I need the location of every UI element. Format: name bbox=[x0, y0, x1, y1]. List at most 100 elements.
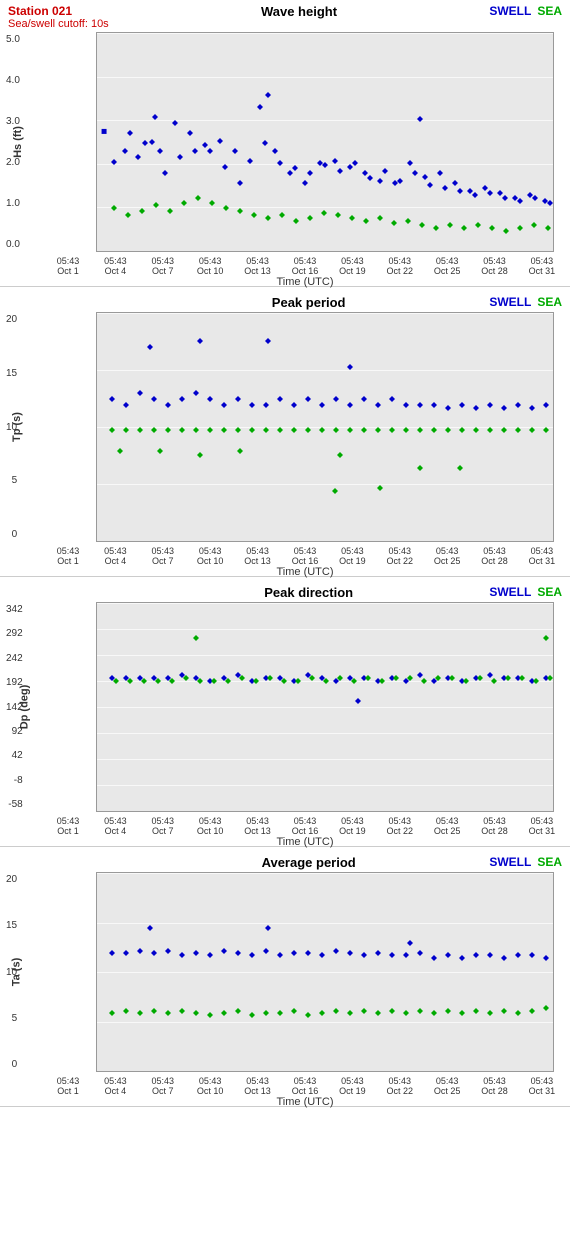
x-label: 05:43Oct 1 bbox=[48, 546, 88, 566]
peak-direction-legend: SWELL SEA bbox=[489, 585, 562, 599]
x-label: 05:43Oct 31 bbox=[522, 256, 562, 276]
y-axis-label: Ta (s) bbox=[10, 958, 22, 987]
wave-height-x-axis: 05:43Oct 1 05:43Oct 4 05:43Oct 7 05:43Oc… bbox=[48, 254, 562, 286]
x-label: 05:43Oct 10 bbox=[190, 546, 230, 566]
wave-height-chart: Station 021 Sea/swell cutoff: 10s Wave h… bbox=[0, 0, 570, 287]
x-label: 05:43Oct 1 bbox=[48, 1076, 88, 1096]
x-label: 05:43Oct 22 bbox=[380, 1076, 420, 1096]
swell-label: SWELL bbox=[489, 855, 531, 869]
peak-period-svg bbox=[97, 313, 553, 541]
avg-period-chart: Average period SWELL SEA 20 15 10 5 0 Ta… bbox=[0, 851, 570, 1107]
x-label: 05:43Oct 7 bbox=[143, 1076, 183, 1096]
x-label: 05:43Oct 13 bbox=[238, 1076, 278, 1096]
sea-label: SEA bbox=[537, 295, 562, 309]
x-label: 05:43Oct 31 bbox=[522, 1076, 562, 1096]
y-tick: -58 bbox=[8, 799, 22, 810]
x-label: 05:43Oct 25 bbox=[427, 816, 467, 836]
y-tick: 20 bbox=[6, 874, 17, 885]
peak-period-legend: SWELL SEA bbox=[489, 295, 562, 309]
sea-label: SEA bbox=[537, 4, 562, 18]
y-tick: 20 bbox=[6, 314, 17, 325]
x-labels: 05:43Oct 1 05:43Oct 4 05:43Oct 7 05:43Oc… bbox=[48, 1074, 562, 1096]
wave-height-plot bbox=[96, 32, 554, 252]
x-label: 05:43Oct 25 bbox=[427, 256, 467, 276]
peak-period-title: Peak period bbox=[128, 295, 489, 310]
x-label: 05:43Oct 13 bbox=[238, 546, 278, 566]
x-label: 05:43Oct 7 bbox=[143, 546, 183, 566]
x-label: 05:43Oct 31 bbox=[522, 816, 562, 836]
swell-label: SWELL bbox=[489, 4, 531, 18]
x-label: 05:43Oct 25 bbox=[427, 1076, 467, 1096]
swell-label: SWELL bbox=[489, 295, 531, 309]
y-axis-label: Dp (deg) bbox=[18, 685, 30, 730]
peak-direction-x-axis: 05:43Oct 1 05:43Oct 4 05:43Oct 7 05:43Oc… bbox=[48, 814, 562, 846]
y-tick: 5 bbox=[12, 1013, 18, 1024]
x-label: 05:43Oct 16 bbox=[285, 816, 325, 836]
x-label: 05:43Oct 7 bbox=[143, 256, 183, 276]
x-labels: 05:43Oct 1 05:43Oct 4 05:43Oct 7 05:43Oc… bbox=[48, 814, 562, 836]
y-tick: 0 bbox=[12, 1059, 18, 1070]
avg-period-plot bbox=[96, 872, 554, 1072]
x-label: 05:43Oct 25 bbox=[427, 546, 467, 566]
y-tick: 42 bbox=[12, 750, 23, 761]
wave-height-title: Wave height bbox=[109, 4, 490, 19]
x-label: 05:43Oct 13 bbox=[238, 256, 278, 276]
sea-label: SEA bbox=[537, 585, 562, 599]
x-label: 05:43Oct 16 bbox=[285, 256, 325, 276]
peak-direction-chart: Peak direction SWELL SEA 342 292 242 192… bbox=[0, 581, 570, 847]
x-label: 05:43Oct 31 bbox=[522, 546, 562, 566]
x-label: 05:43Oct 22 bbox=[380, 546, 420, 566]
y-tick: 0.0 bbox=[6, 239, 20, 250]
y-tick: 4.0 bbox=[6, 75, 20, 86]
avg-period-x-axis: 05:43Oct 1 05:43Oct 4 05:43Oct 7 05:43Oc… bbox=[48, 1074, 562, 1106]
x-label: 05:43Oct 10 bbox=[190, 256, 230, 276]
x-axis-title: Time (UTC) bbox=[48, 276, 562, 288]
y-axis-label: Tp (s) bbox=[11, 412, 23, 442]
peak-direction-title: Peak direction bbox=[128, 585, 489, 600]
peak-period-chart: Peak period SWELL SEA 20 15 10 5 0 Tp (s… bbox=[0, 291, 570, 577]
x-label: 05:43Oct 28 bbox=[475, 1076, 515, 1096]
x-label: 05:43Oct 1 bbox=[48, 256, 88, 276]
x-label: 05:43Oct 16 bbox=[285, 1076, 325, 1096]
y-tick: 15 bbox=[6, 920, 17, 931]
y-tick: 2.0 bbox=[6, 157, 20, 168]
swell-label: SWELL bbox=[489, 585, 531, 599]
x-label: 05:43Oct 22 bbox=[380, 816, 420, 836]
y-tick: 242 bbox=[6, 653, 23, 664]
peak-direction-svg bbox=[97, 603, 553, 811]
x-label: 05:43Oct 4 bbox=[95, 546, 135, 566]
x-labels: 05:43Oct 1 05:43Oct 4 05:43Oct 7 05:43Oc… bbox=[48, 254, 562, 276]
x-label: 05:43Oct 19 bbox=[332, 816, 372, 836]
x-axis-title: Time (UTC) bbox=[48, 836, 562, 848]
y-tick: 342 bbox=[6, 604, 23, 615]
peak-period-x-axis: 05:43Oct 1 05:43Oct 4 05:43Oct 7 05:43Oc… bbox=[48, 544, 562, 576]
station-name: Station 021 bbox=[8, 4, 109, 18]
x-label: 05:43Oct 16 bbox=[285, 546, 325, 566]
avg-period-legend: SWELL SEA bbox=[489, 855, 562, 869]
x-label: 05:43Oct 22 bbox=[380, 256, 420, 276]
x-label: 05:43Oct 28 bbox=[475, 816, 515, 836]
x-label: 05:43Oct 7 bbox=[143, 816, 183, 836]
y-tick: 15 bbox=[6, 368, 17, 379]
x-label: 05:43Oct 10 bbox=[190, 816, 230, 836]
x-axis-title: Time (UTC) bbox=[48, 1096, 562, 1108]
y-tick: 5 bbox=[12, 475, 18, 486]
wave-height-legend: SWELL SEA bbox=[489, 4, 562, 18]
y-axis-label: Hs (ft) bbox=[12, 126, 24, 158]
x-label: 05:43Oct 1 bbox=[48, 816, 88, 836]
y-tick: 5.0 bbox=[6, 34, 20, 45]
peak-period-plot bbox=[96, 312, 554, 542]
x-label: 05:43Oct 28 bbox=[475, 256, 515, 276]
y-tick: -8 bbox=[14, 775, 23, 786]
x-label: 05:43Oct 13 bbox=[238, 816, 278, 836]
x-label: 05:43Oct 4 bbox=[95, 816, 135, 836]
x-axis-title: Time (UTC) bbox=[48, 566, 562, 578]
peak-direction-plot bbox=[96, 602, 554, 812]
avg-period-title: Average period bbox=[128, 855, 489, 870]
wave-height-svg bbox=[97, 33, 553, 251]
avg-period-svg bbox=[97, 873, 553, 1071]
y-tick: 0 bbox=[12, 529, 18, 540]
x-label: 05:43Oct 4 bbox=[95, 256, 135, 276]
y-tick: 1.0 bbox=[6, 198, 20, 209]
station-cutoff: Sea/swell cutoff: 10s bbox=[8, 18, 109, 30]
